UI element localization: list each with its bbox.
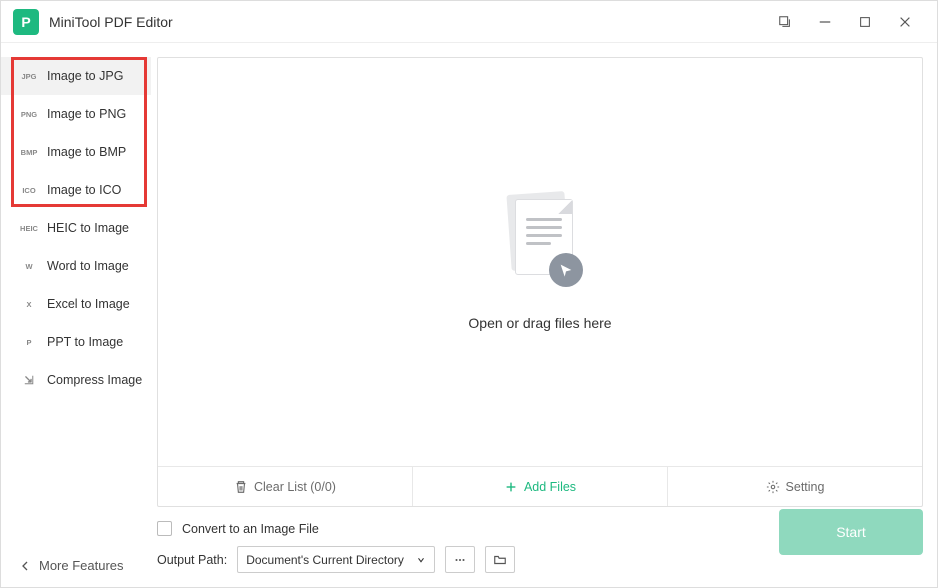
logo-letter: P bbox=[21, 14, 30, 30]
output-path-label: Output Path: bbox=[157, 553, 227, 567]
add-files-button[interactable]: Add Files bbox=[412, 467, 667, 506]
panel-icon bbox=[778, 15, 792, 29]
ico-tag-icon: ICO bbox=[19, 186, 39, 195]
setting-button[interactable]: Setting bbox=[667, 467, 922, 506]
sidebar-item-label: Image to BMP bbox=[47, 145, 126, 159]
chevron-down-icon bbox=[416, 555, 426, 565]
sidebar-item-heic-to-image[interactable]: HEIC HEIC to Image bbox=[1, 209, 151, 247]
dropzone-center: Open or drag files here bbox=[158, 58, 922, 466]
document-illustration bbox=[485, 193, 595, 293]
jpg-tag-icon: JPG bbox=[19, 72, 39, 81]
browse-folder-button[interactable] bbox=[485, 546, 515, 573]
dropzone[interactable]: Open or drag files here Clear List (0/0)… bbox=[157, 57, 923, 507]
sidebar-item-ppt-to-image[interactable]: P PPT to Image bbox=[1, 323, 151, 361]
png-tag-icon: PNG bbox=[19, 110, 39, 119]
window-tool-button[interactable] bbox=[765, 2, 805, 42]
heic-tag-icon: HEIC bbox=[19, 224, 39, 233]
app-logo: P bbox=[13, 9, 39, 35]
plus-icon bbox=[504, 480, 518, 494]
word-tag-icon: W bbox=[19, 262, 39, 271]
more-features-button[interactable]: More Features bbox=[1, 544, 151, 587]
sidebar-item-word-to-image[interactable]: W Word to Image bbox=[1, 247, 151, 285]
sidebar-item-label: Image to PNG bbox=[47, 107, 126, 121]
sidebar-item-label: Image to ICO bbox=[47, 183, 121, 197]
minimize-button[interactable] bbox=[805, 2, 845, 42]
output-path-value: Document's Current Directory bbox=[246, 553, 404, 567]
app-window: P MiniTool PDF Editor JPG Image to JPG P… bbox=[0, 0, 938, 588]
minimize-icon bbox=[818, 15, 832, 29]
sidebar-item-image-to-png[interactable]: PNG Image to PNG bbox=[1, 95, 151, 133]
sidebar-item-label: Excel to Image bbox=[47, 297, 130, 311]
dropzone-actions: Clear List (0/0) Add Files Setting bbox=[158, 466, 922, 506]
sidebar-item-label: Image to JPG bbox=[47, 69, 123, 83]
output-path-select[interactable]: Document's Current Directory bbox=[237, 546, 435, 573]
sidebar-item-label: PPT to Image bbox=[47, 335, 123, 349]
compress-tag-icon: ⇲ bbox=[19, 374, 39, 387]
more-options-button[interactable] bbox=[445, 546, 475, 573]
convert-checkbox-label: Convert to an Image File bbox=[182, 522, 319, 536]
main-panel: Open or drag files here Clear List (0/0)… bbox=[151, 43, 937, 587]
cursor-circle-icon bbox=[549, 253, 583, 287]
maximize-icon bbox=[858, 15, 872, 29]
dropzone-text: Open or drag files here bbox=[468, 315, 611, 331]
sidebar-item-label: Word to Image bbox=[47, 259, 129, 273]
start-label: Start bbox=[836, 524, 866, 540]
sidebar-item-image-to-bmp[interactable]: BMP Image to BMP bbox=[1, 133, 151, 171]
gear-icon bbox=[766, 480, 780, 494]
convert-checkbox[interactable] bbox=[157, 521, 172, 536]
sidebar: JPG Image to JPG PNG Image to PNG BMP Im… bbox=[1, 43, 151, 587]
setting-label: Setting bbox=[786, 480, 825, 494]
sidebar-item-compress-image[interactable]: ⇲ Compress Image bbox=[1, 361, 151, 399]
sidebar-item-image-to-jpg[interactable]: JPG Image to JPG bbox=[1, 57, 151, 95]
maximize-button[interactable] bbox=[845, 2, 885, 42]
start-button[interactable]: Start bbox=[779, 509, 923, 555]
bottom-controls: Convert to an Image File Output Path: Do… bbox=[157, 507, 923, 573]
trash-icon bbox=[234, 480, 248, 494]
ppt-tag-icon: P bbox=[19, 338, 39, 347]
app-title: MiniTool PDF Editor bbox=[49, 14, 173, 30]
sidebar-item-excel-to-image[interactable]: X Excel to Image bbox=[1, 285, 151, 323]
bmp-tag-icon: BMP bbox=[19, 148, 39, 157]
excel-tag-icon: X bbox=[19, 300, 39, 309]
clear-list-button[interactable]: Clear List (0/0) bbox=[158, 467, 412, 506]
close-icon bbox=[898, 15, 912, 29]
close-button[interactable] bbox=[885, 2, 925, 42]
sidebar-item-label: Compress Image bbox=[47, 373, 142, 387]
clear-list-label: Clear List (0/0) bbox=[254, 480, 336, 494]
folder-icon bbox=[493, 553, 507, 567]
add-files-label: Add Files bbox=[524, 480, 576, 494]
more-features-label: More Features bbox=[39, 558, 124, 573]
ellipsis-icon bbox=[453, 553, 467, 567]
chevron-left-icon bbox=[19, 560, 31, 572]
sidebar-item-label: HEIC to Image bbox=[47, 221, 129, 235]
sidebar-item-image-to-ico[interactable]: ICO Image to ICO bbox=[1, 171, 151, 209]
titlebar: P MiniTool PDF Editor bbox=[1, 1, 937, 43]
